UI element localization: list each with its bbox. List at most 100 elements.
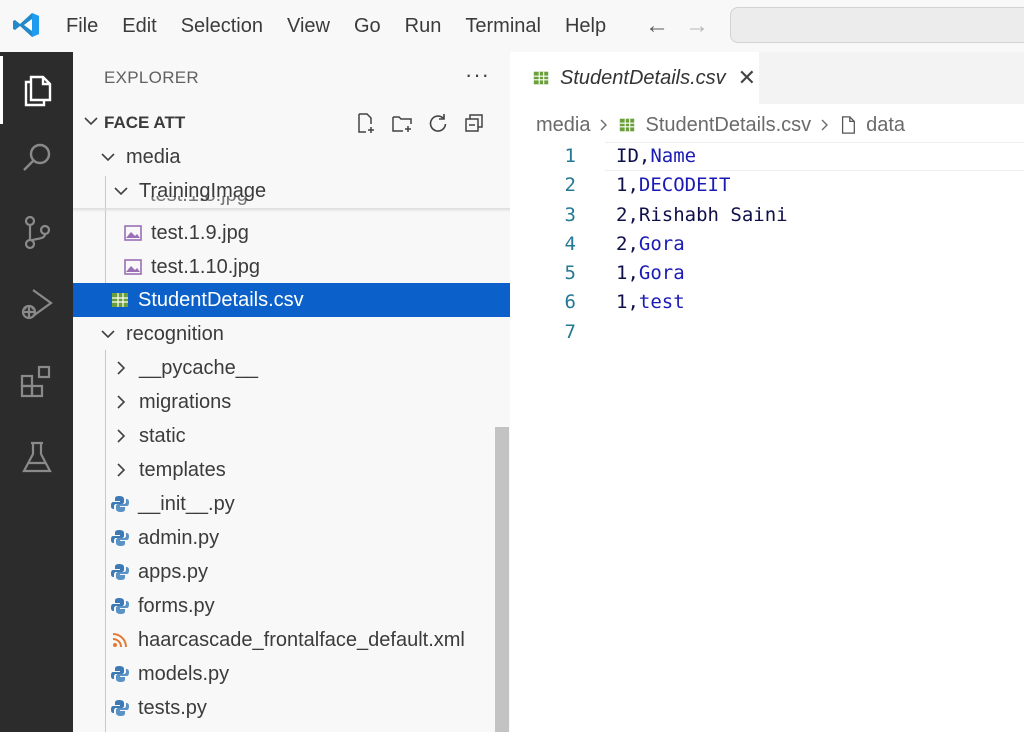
menu-selection[interactable]: Selection <box>169 15 275 38</box>
chevron-right-icon <box>117 463 126 477</box>
close-icon[interactable]: ✕ <box>738 65 756 91</box>
refresh-icon[interactable] <box>425 110 451 136</box>
tree-file-tests-py[interactable]: tests.py <box>73 691 510 725</box>
sidebar-scrollbar[interactable] <box>495 427 509 732</box>
chevron-right-icon <box>117 361 126 375</box>
code-line: 1 ID,Name <box>510 142 1024 171</box>
back-arrow-icon[interactable]: ← <box>645 12 669 40</box>
search-icon[interactable] <box>0 124 73 192</box>
tree-file-models-py[interactable]: models.py <box>73 657 510 691</box>
line-content: 1,DECODEIT <box>616 174 731 197</box>
tree-item-label: haarcascade_frontalface_default.xml <box>138 628 465 651</box>
python-file-icon <box>111 598 129 614</box>
line-number: 3 <box>564 203 576 226</box>
breadcrumb: media StudentDetails.csv data <box>536 112 905 138</box>
tree-item-label: __init__.py <box>138 492 235 515</box>
line-number: 5 <box>564 262 576 285</box>
breadcrumb-file[interactable]: StudentDetails.csv <box>645 114 811 137</box>
tree-folder-templates[interactable]: templates <box>73 453 510 487</box>
tree-file-test-1-9-jpg[interactable]: test.1.9.jpg <box>73 216 510 250</box>
tree-file-forms-py[interactable]: forms.py <box>73 589 510 623</box>
sidebar-title: EXPLORER <box>104 68 199 87</box>
tab-label: StudentDetails.csv <box>560 66 726 89</box>
extensions-icon[interactable] <box>0 348 73 416</box>
tree-folder-static[interactable]: static <box>73 419 510 453</box>
source-control-icon[interactable] <box>0 198 73 266</box>
tree-item-label: apps.py <box>138 560 209 583</box>
tree-item-label: recognition <box>126 322 224 345</box>
line-content: 2,Gora <box>616 232 685 255</box>
workspace-section-header[interactable]: FACE ATT <box>73 108 510 138</box>
explorer-icon[interactable] <box>0 56 73 124</box>
sticky-scroll-shadow <box>73 208 510 212</box>
vscode-logo-icon <box>13 13 39 37</box>
new-file-icon[interactable] <box>353 110 379 136</box>
chevron-right-icon <box>821 119 829 131</box>
more-actions-icon[interactable]: ··· <box>465 62 490 88</box>
code-line: 5 1,Gora <box>510 259 1024 288</box>
line-content: 2,Rishabh Saini <box>616 203 788 226</box>
menu-terminal[interactable]: Terminal <box>453 15 553 38</box>
command-center-search[interactable] <box>730 7 1024 43</box>
tree-folder-trainingimage[interactable]: TrainingImage <box>73 174 510 208</box>
code-editor[interactable]: 1 ID,Name 2 1,DECODEIT 3 2,Rishabh Saini… <box>510 142 1024 347</box>
new-folder-icon[interactable] <box>389 110 415 136</box>
tree-file-apps-py[interactable]: apps.py <box>73 555 510 589</box>
code-line: 4 2,Gora <box>510 230 1024 259</box>
line-content: 1,test <box>616 291 685 314</box>
tree-item-label: models.py <box>138 662 230 685</box>
testing-icon[interactable] <box>0 424 73 492</box>
tree-file-admin-py[interactable]: admin.py <box>73 521 510 555</box>
menu-help[interactable]: Help <box>553 15 618 38</box>
line-number: 4 <box>564 232 576 255</box>
breadcrumb-data[interactable]: data <box>866 114 905 137</box>
tree-item-label: admin.py <box>138 526 220 549</box>
python-file-icon <box>111 564 129 580</box>
python-file-icon <box>111 666 129 682</box>
tree-folder-recognition[interactable]: recognition <box>73 317 510 351</box>
tree-folder-media[interactable]: media <box>73 140 510 174</box>
menu-bar: File Edit Selection View Go Run Terminal… <box>54 0 618 52</box>
tree-item-label: forms.py <box>138 594 215 617</box>
tree-folder-migrations[interactable]: migrations <box>73 385 510 419</box>
line-number: 2 <box>564 174 576 197</box>
tree-file-haarcascade-xml[interactable]: haarcascade_frontalface_default.xml <box>73 623 510 657</box>
line-content: 1,Gora <box>616 262 685 285</box>
tree-file-studentdetails-csv[interactable]: StudentDetails.csv <box>73 283 510 317</box>
tree-item-label: StudentDetails.csv <box>138 288 304 311</box>
tree-item-label: media <box>126 145 181 168</box>
run-debug-icon[interactable] <box>0 270 73 338</box>
tree-item-label: test.1.10.jpg <box>151 255 260 278</box>
menu-view[interactable]: View <box>275 15 342 38</box>
tree-file-test-1-10-jpg[interactable]: test.1.10.jpg <box>73 250 510 284</box>
tree-folder-pycache[interactable]: __pycache__ <box>73 351 510 385</box>
collapse-all-icon[interactable] <box>461 110 487 136</box>
tree-item-label: test.1.9.jpg <box>151 221 249 244</box>
breadcrumb-media[interactable]: media <box>536 114 590 137</box>
tree-item-label: templates <box>139 458 226 481</box>
csv-file-icon <box>620 118 635 132</box>
chevron-down-icon <box>101 153 115 162</box>
python-file-icon <box>111 496 129 512</box>
editor-area: StudentDetails.csv ✕ media StudentDetail… <box>510 52 1024 732</box>
chevron-down-icon <box>101 330 115 339</box>
menu-edit[interactable]: Edit <box>110 15 168 38</box>
chevron-right-icon <box>117 429 126 443</box>
tab-studentdetails-csv[interactable]: StudentDetails.csv ✕ <box>510 52 759 104</box>
menu-go[interactable]: Go <box>342 15 393 38</box>
tree-file-init-py[interactable]: __init__.py <box>73 487 510 521</box>
code-line: 6 1,test <box>510 288 1024 317</box>
code-line: 3 2,Rishabh Saini <box>510 201 1024 230</box>
tree-item-label: migrations <box>139 390 232 413</box>
line-content: ID,Name <box>616 145 697 167</box>
menu-run[interactable]: Run <box>393 15 454 38</box>
editor-tab-bar: StudentDetails.csv ✕ <box>510 52 1024 104</box>
chevron-down-icon <box>84 117 98 126</box>
activity-bar <box>0 52 73 732</box>
explorer-sidebar: EXPLORER ··· FACE ATT test.1.8.jpg media… <box>73 52 510 732</box>
image-file-icon <box>124 259 142 275</box>
menu-file[interactable]: File <box>54 15 110 38</box>
forward-arrow-icon[interactable]: → <box>685 12 709 40</box>
line-number: 6 <box>564 291 576 314</box>
tree-item-label: __pycache__ <box>139 356 258 379</box>
